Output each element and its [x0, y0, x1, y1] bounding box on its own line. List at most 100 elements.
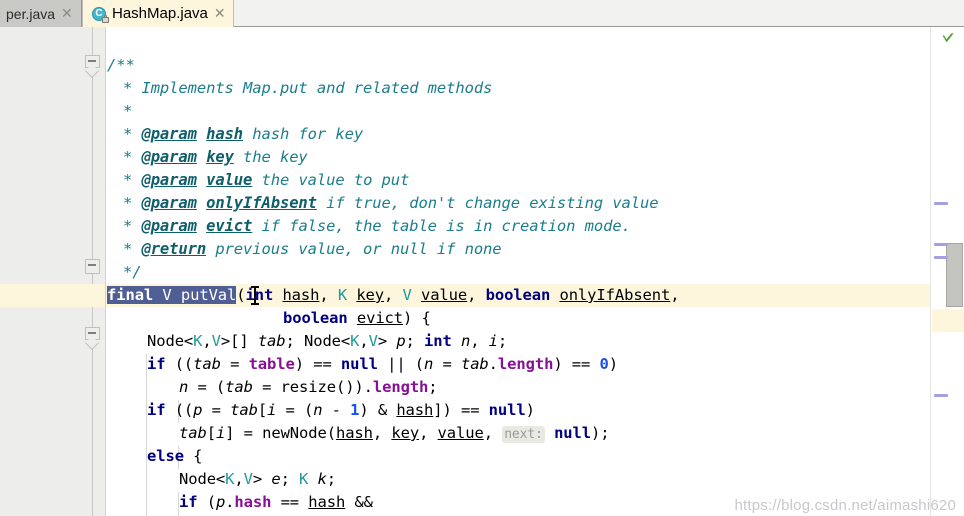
code-token: ) == [294, 355, 341, 373]
code-token: ( [197, 493, 216, 511]
code-token: hash [206, 125, 244, 143]
code-line[interactable]: */ [105, 261, 142, 284]
code-token: (( [165, 401, 194, 419]
code-editor[interactable]: /** * Implements Map.put and related meth… [0, 27, 964, 516]
vertical-scrollbar-thumb[interactable] [946, 243, 963, 307]
code-token: length [372, 378, 429, 396]
code-line[interactable]: * @param key the key [105, 146, 308, 169]
close-icon[interactable]: ✕ [214, 7, 226, 21]
code-token [171, 286, 181, 304]
code-token: the key [233, 148, 308, 166]
code-token: else [147, 447, 184, 465]
code-token: p [396, 332, 406, 350]
code-token: * [123, 148, 142, 166]
marker-stripe[interactable] [934, 243, 948, 246]
code-token: length [497, 355, 554, 373]
code-fold-marker-expanded[interactable] [84, 327, 100, 351]
current-line-gutter-highlight [0, 284, 105, 307]
lock-badge-icon [102, 14, 109, 23]
code-line[interactable]: else { [105, 445, 203, 468]
editor-tab-label: per.java [6, 5, 56, 22]
code-line[interactable]: final V putVal(int hash, K key, V value,… [105, 284, 680, 307]
code-token: @param [141, 217, 197, 235]
code-token: key [356, 286, 385, 304]
code-token: value [206, 171, 253, 189]
code-token: , [384, 286, 403, 304]
code-token: hash [396, 401, 434, 419]
editor-marker-scrollbar[interactable] [930, 27, 964, 516]
code-line[interactable]: * Implements Map.put and related methods [105, 77, 492, 100]
code-token: V [243, 470, 253, 488]
code-token: tab [225, 378, 253, 396]
code-folding-strip[interactable] [82, 27, 105, 516]
line-number-gutter[interactable] [0, 27, 82, 516]
editor-tab-label: HashMap.java [112, 5, 208, 22]
editor-tab-per-java[interactable]: per.java ✕ [0, 0, 82, 27]
close-icon[interactable]: ✕ [61, 7, 73, 21]
code-token: = ( [276, 401, 314, 419]
code-token: n [460, 332, 471, 350]
code-token: putVal [180, 286, 237, 304]
code-line[interactable]: Node<K,V>[] tab; Node<K,V> p; int n, i; [105, 330, 507, 353]
code-token: = [433, 355, 461, 373]
code-line[interactable]: * [105, 100, 132, 123]
green-checkmark-icon[interactable] [940, 30, 956, 46]
code-token: ) [608, 355, 618, 373]
code-token: ; [428, 378, 438, 396]
code-line[interactable]: if ((tab = table) == null || (n = tab.le… [105, 353, 618, 376]
code-token: * [123, 171, 142, 189]
code-token: hash for key [243, 125, 364, 143]
code-line[interactable]: * @return previous value, or null if non… [105, 238, 502, 261]
code-fold-marker-expanded[interactable] [84, 55, 100, 79]
code-token: tab [257, 332, 286, 350]
code-token: [ [257, 401, 268, 419]
code-token: ] = newNode( [225, 424, 336, 442]
code-token: i [488, 332, 498, 350]
code-token: V [162, 286, 172, 304]
code-token: table [248, 355, 295, 373]
code-token: = ( [188, 378, 226, 396]
code-token: p [215, 493, 226, 511]
code-token: hash [234, 493, 272, 511]
code-token: boolean [485, 286, 551, 304]
marker-stripe[interactable] [934, 256, 948, 259]
code-token: n [179, 378, 189, 396]
code-token: @param [141, 194, 197, 212]
code-token: * [123, 79, 142, 97]
code-token: , [202, 332, 212, 350]
code-canvas[interactable]: /** * Implements Map.put and related meth… [105, 27, 930, 516]
code-line[interactable]: * @param value the value to put [105, 169, 409, 192]
code-line[interactable]: boolean evict) { [105, 307, 431, 330]
code-line[interactable]: * @param hash hash for key [105, 123, 363, 146]
code-token: && [345, 493, 373, 511]
code-token: ) & [359, 401, 397, 419]
code-line[interactable]: n = (tab = resize()).length; [105, 376, 438, 399]
code-line[interactable]: if ((p = tab[i = (n - 1) & hash]) == nul… [105, 399, 535, 422]
code-line[interactable]: if (p.hash == hash && [105, 491, 373, 514]
code-token: 0 [599, 355, 609, 373]
code-line[interactable]: /** [105, 54, 135, 77]
code-token: { [183, 447, 203, 465]
code-token: . [488, 355, 498, 373]
editor-tab-hashmap-java[interactable]: C HashMap.java ✕ [82, 0, 234, 27]
code-fold-marker-collapsed[interactable] [85, 259, 100, 277]
code-token: n [424, 355, 434, 373]
code-token: onlyIfAbsent [206, 194, 317, 212]
code-token: previous value, or null if none [206, 240, 502, 258]
code-token: /** [107, 56, 135, 74]
code-token: * [123, 240, 142, 258]
code-token: ) == [553, 355, 600, 373]
code-line[interactable]: tab[i] = newNode(hash, key, value, next:… [105, 422, 610, 445]
marker-stripe[interactable] [934, 394, 948, 397]
code-line[interactable]: * @param onlyIfAbsent if true, don't cha… [105, 192, 659, 215]
code-line[interactable]: * @param evict if false, the table is in… [105, 215, 631, 238]
code-token: ; [405, 332, 425, 350]
code-token: boolean [283, 309, 348, 327]
marker-stripe[interactable] [934, 202, 948, 205]
code-token: value [420, 286, 468, 304]
code-line[interactable]: Node<K,V> e; K k; [105, 468, 336, 491]
